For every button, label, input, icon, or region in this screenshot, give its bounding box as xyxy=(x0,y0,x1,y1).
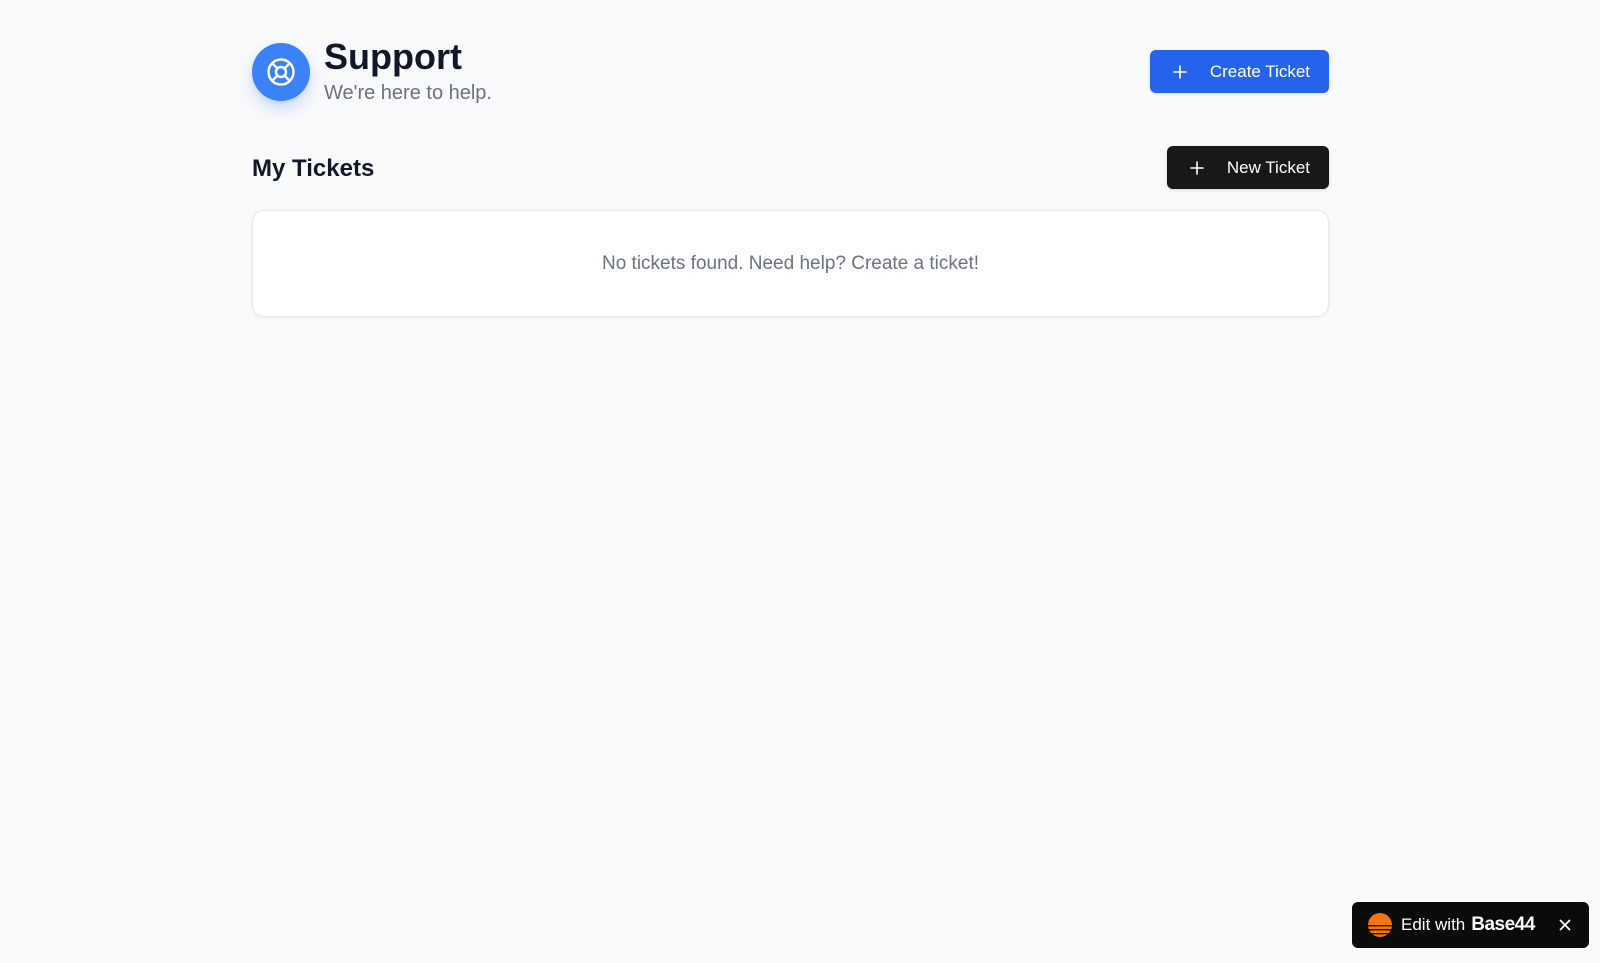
plus-icon xyxy=(1190,160,1204,175)
tickets-section-header: My Tickets New Ticket xyxy=(252,140,1329,210)
badge-brand: Base44 xyxy=(1471,914,1535,935)
section-title: My Tickets xyxy=(252,155,375,182)
main-container: Support We're here to help. Create Ticke… xyxy=(252,0,1329,317)
create-ticket-label: Create Ticket xyxy=(1209,61,1310,81)
plus-icon xyxy=(1173,64,1187,79)
close-icon[interactable] xyxy=(1557,917,1573,933)
tickets-empty-state: No tickets found. Need help? Create a ti… xyxy=(252,210,1329,317)
page-subtitle: We're here to help. xyxy=(324,82,492,104)
new-ticket-label: New Ticket xyxy=(1226,157,1310,177)
create-ticket-button[interactable]: Create Ticket xyxy=(1149,50,1329,93)
page-title: Support xyxy=(324,36,462,77)
page-header: Support We're here to help. Create Ticke… xyxy=(252,0,1329,140)
base44-logo-icon xyxy=(1368,913,1392,937)
support-page: Support We're here to help. Create Ticke… xyxy=(0,0,1600,963)
badge-label: Edit with xyxy=(1401,915,1466,934)
edit-with-base44-badge[interactable]: Edit with Base44 xyxy=(1352,902,1589,948)
new-ticket-button[interactable]: New Ticket xyxy=(1166,146,1329,189)
lifebuoy-icon xyxy=(252,43,310,101)
empty-state-message: No tickets found. Need help? Create a ti… xyxy=(601,252,980,274)
